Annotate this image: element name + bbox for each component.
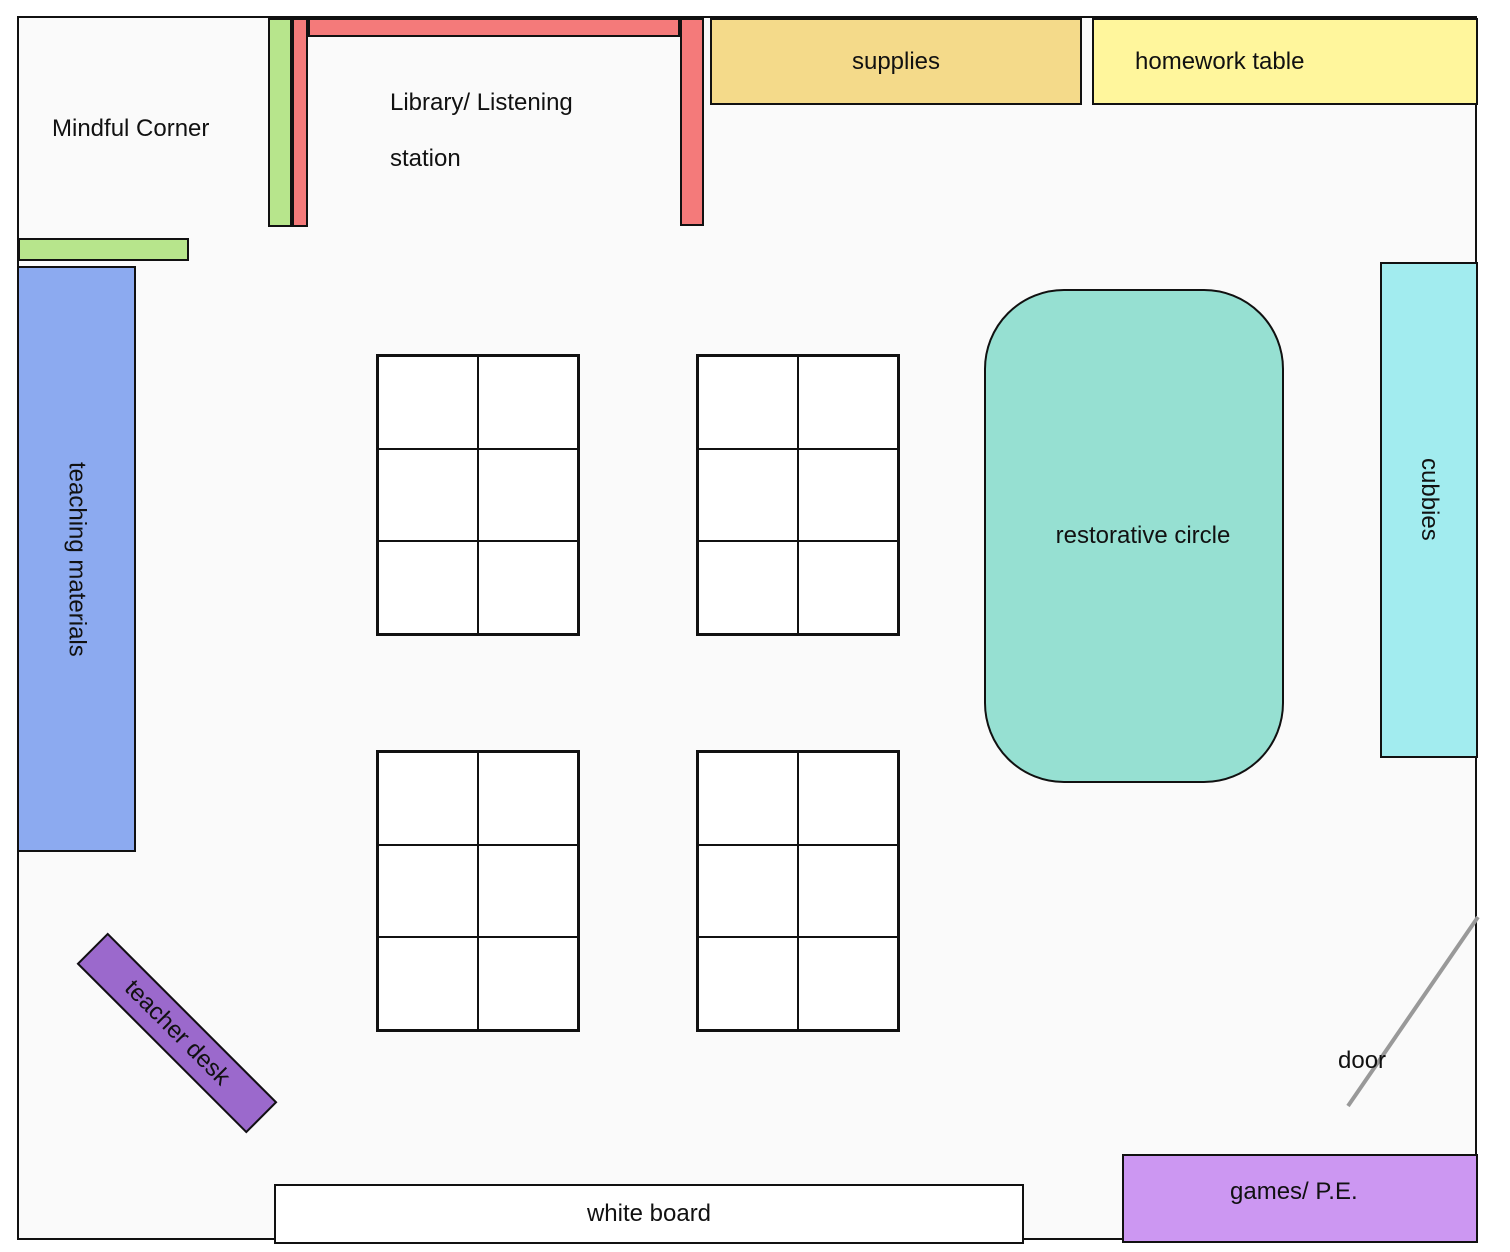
restorative-circle-area: restorative circle — [984, 289, 1284, 783]
desk — [798, 844, 898, 938]
library-shelf-top — [308, 18, 680, 37]
supplies-label: supplies — [851, 47, 941, 75]
teaching-materials-area: teaching materials — [17, 266, 136, 852]
cubbies-label: cubbies — [1416, 457, 1443, 541]
desk — [698, 541, 798, 634]
desk — [698, 356, 798, 449]
white-board: white board — [274, 1184, 1024, 1244]
desk — [378, 752, 478, 845]
desk — [478, 448, 578, 542]
desk — [798, 937, 898, 1030]
desk — [378, 541, 478, 634]
desk — [478, 937, 578, 1030]
desk — [798, 356, 898, 449]
teaching-materials-label: teaching materials — [63, 461, 91, 657]
white-board-label: white board — [586, 1200, 712, 1227]
door-label: door — [1338, 1047, 1387, 1074]
desk — [478, 752, 578, 845]
desk — [698, 752, 798, 845]
desk-cluster-top-right — [696, 354, 900, 636]
desk — [698, 844, 798, 938]
desk — [698, 937, 798, 1030]
desk — [478, 541, 578, 634]
mindful-corner-shelf-vertical — [268, 18, 292, 227]
desk — [378, 937, 478, 1030]
library-label-line1: Library/ Listening — [390, 89, 573, 116]
desk — [698, 448, 798, 542]
mindful-corner-label: Mindful Corner — [52, 115, 210, 142]
desk — [478, 356, 578, 449]
desk — [378, 356, 478, 449]
library-shelf-right — [680, 18, 704, 226]
games-pe-area: games/ P.E. — [1122, 1154, 1478, 1243]
desk — [798, 541, 898, 634]
desk — [378, 844, 478, 938]
mindful-corner-shelf-horizontal — [18, 238, 189, 261]
homework-table: homework table — [1092, 18, 1478, 105]
supplies-area: supplies — [710, 18, 1082, 105]
desk — [378, 448, 478, 542]
desk-cluster-bottom-right — [696, 750, 900, 1032]
homework-table-label: homework table — [1135, 48, 1305, 75]
library-label-line2: station — [390, 145, 461, 172]
games-pe-label: games/ P.E. — [1230, 1178, 1358, 1205]
desk — [798, 752, 898, 845]
desk — [478, 844, 578, 938]
restorative-circle-label: restorative circle — [1055, 522, 1231, 549]
classroom-diagram: Mindful Corner Library/ Listening statio… — [0, 0, 1510, 1252]
desk-cluster-top-left — [376, 354, 580, 636]
cubbies-area: cubbies — [1380, 262, 1478, 758]
library-shelf-left — [292, 18, 308, 227]
desk-cluster-bottom-left — [376, 750, 580, 1032]
desk — [798, 448, 898, 542]
